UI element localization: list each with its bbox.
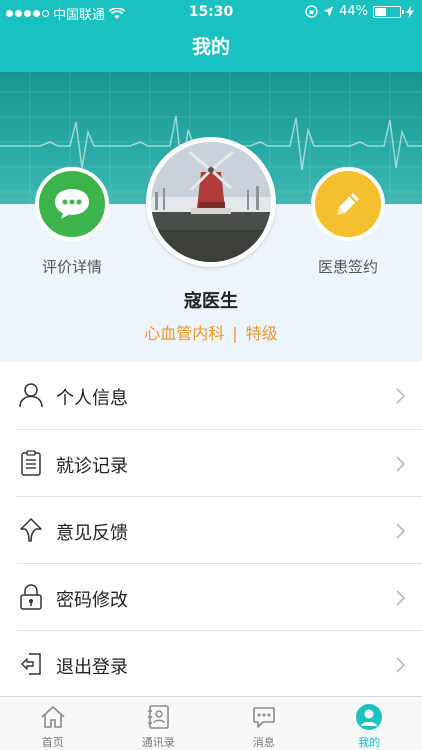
profile-icon — [356, 704, 383, 730]
logout-icon — [21, 653, 41, 675]
location-icon — [323, 6, 334, 17]
menu-label-logout: 退出登录 — [56, 657, 128, 678]
menu-label-change-password: 密码修改 — [56, 590, 128, 611]
charging-icon — [406, 5, 414, 18]
tab-home[interactable]: 首页 — [0, 697, 106, 750]
status-bar: 中国联通 15:30 44% — [0, 0, 422, 24]
level-label: 特级 — [245, 324, 278, 343]
tab-label-messages: 消息 — [252, 736, 275, 749]
windmill-photo — [151, 142, 271, 262]
tab-bar: 首页 通讯录 消息 我的 — [0, 696, 422, 750]
person-icon — [19, 383, 43, 408]
menu-item-personal-info[interactable]: 个人信息 — [0, 362, 422, 429]
message-icon — [252, 707, 275, 728]
avatar[interactable] — [146, 137, 276, 267]
review-details-label: 评价详情 — [41, 258, 102, 276]
lock-icon — [20, 584, 42, 610]
menu-item-visit-records[interactable]: 就诊记录 — [17, 429, 422, 496]
tab-messages[interactable]: 消息 — [211, 697, 317, 750]
feedback-arrow-icon — [20, 518, 42, 542]
tab-label-profile: 我的 — [358, 736, 381, 749]
menu-label-feedback: 意见反馈 — [56, 523, 128, 544]
battery-percent: 44% — [339, 4, 368, 19]
clipboard-icon — [21, 450, 41, 476]
home-icon — [41, 705, 65, 728]
page-title: 我的 — [0, 24, 422, 72]
doctor-meta: 心血管内科 | 特级 — [0, 320, 422, 344]
tab-label-contacts: 通讯录 — [141, 736, 175, 749]
menu-label-visit-records: 就诊记录 — [56, 456, 128, 477]
comment-bubble-icon — [55, 189, 89, 219]
contacts-icon — [148, 705, 170, 729]
pencil-icon — [337, 193, 359, 215]
tab-label-home: 首页 — [41, 736, 64, 749]
menu-item-feedback[interactable]: 意见反馈 — [17, 496, 422, 563]
chevron-right-icon — [396, 590, 405, 606]
doctor-patient-contract-label: 医患签约 — [317, 258, 378, 276]
chevron-right-icon — [396, 657, 405, 673]
menu-label-personal-info: 个人信息 — [56, 388, 128, 409]
menu-item-logout[interactable]: 退出登录 — [17, 630, 422, 697]
chevron-right-icon — [396, 456, 405, 472]
menu-item-change-password[interactable]: 密码修改 — [17, 563, 422, 630]
status-right: 44% — [305, 4, 414, 19]
doctor-name: 寇医生 — [184, 291, 238, 312]
doctor-patient-contract-button[interactable] — [311, 167, 385, 241]
battery-icon — [373, 5, 404, 18]
meta-separator: | — [232, 324, 238, 343]
department-label: 心血管内科 — [144, 324, 225, 343]
chevron-right-icon — [396, 388, 405, 404]
review-details-button[interactable] — [35, 167, 109, 241]
menu-list: 个人信息 就诊记录 意见反馈 密码修改 退出登录 — [0, 362, 422, 697]
tab-contacts[interactable]: 通讯录 — [106, 697, 212, 750]
tab-profile[interactable]: 我的 — [317, 697, 422, 750]
chevron-right-icon — [396, 523, 405, 539]
orientation-lock-icon — [305, 5, 318, 18]
